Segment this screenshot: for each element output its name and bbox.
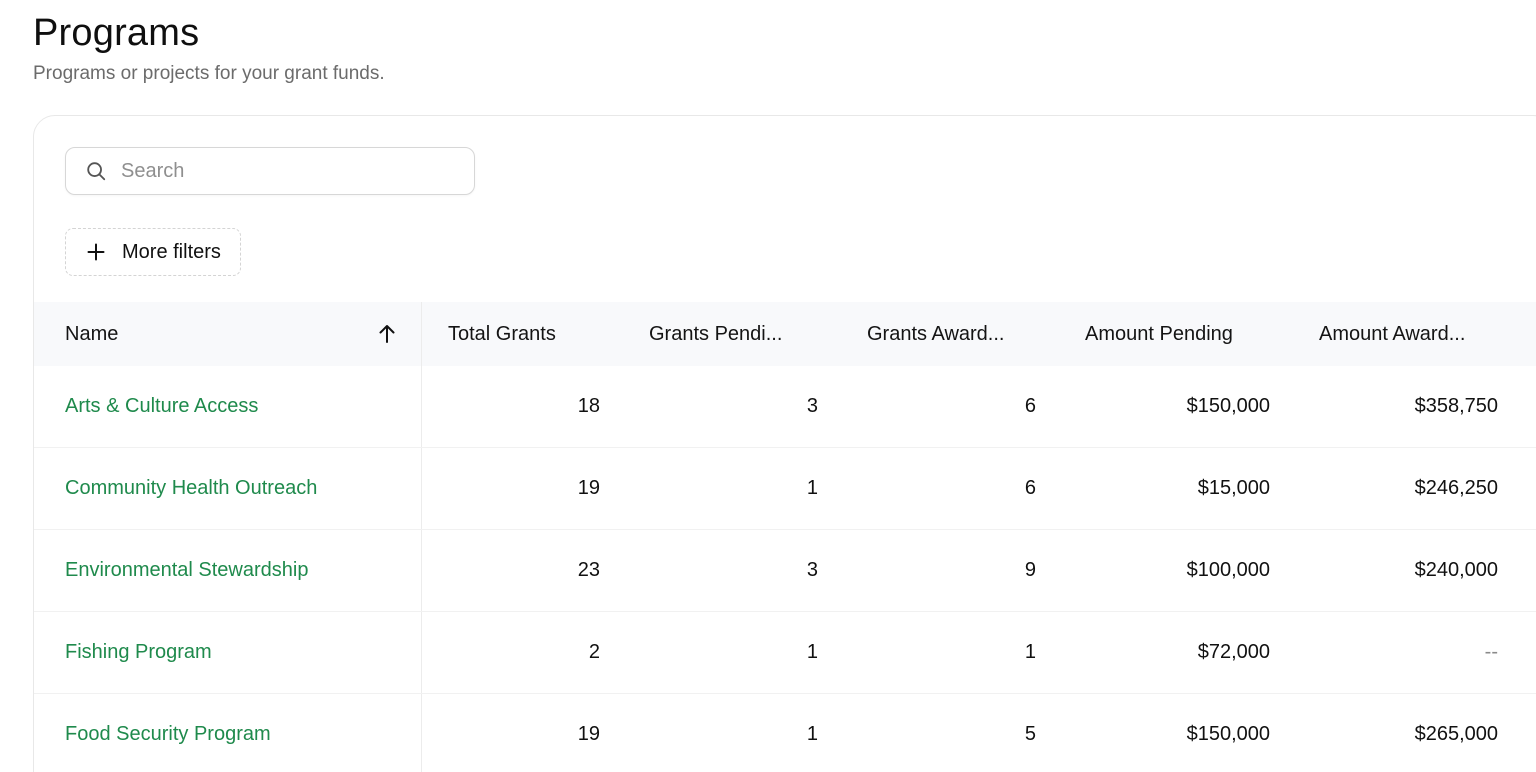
grants-awarded-cell: 6 (1024, 395, 1036, 417)
table-row[interactable]: Community Health Outreach 19 1 6 $15,000… (34, 448, 1536, 530)
amount-awarded-cell: $265,000 (1414, 723, 1498, 745)
programs-table: Name Total Grants Grants Pendi... Grants… (34, 302, 1536, 772)
program-name-link[interactable]: Environmental Stewardship (65, 559, 308, 582)
total-grants-cell: 19 (577, 477, 600, 499)
more-filters-label: More filters (122, 240, 221, 263)
more-filters-button[interactable]: More filters (65, 228, 241, 276)
grants-pending-cell: 3 (806, 559, 818, 581)
grants-pending-cell: 1 (806, 477, 818, 499)
amount-pending-cell: $15,000 (1197, 477, 1270, 499)
amount-awarded-cell: $246,250 (1414, 477, 1498, 499)
table-row[interactable]: Fishing Program 2 1 1 $72,000 -- (34, 612, 1536, 694)
program-name-cell: Arts & Culture Access (34, 366, 422, 447)
amount-pending-cell: $150,000 (1186, 395, 1270, 417)
column-header-grants-awarded[interactable]: Grants Award... (838, 302, 1056, 366)
program-name-link[interactable]: Arts & Culture Access (65, 395, 258, 418)
amount-pending-cell: $100,000 (1186, 559, 1270, 581)
column-header-name-label: Name (65, 322, 119, 345)
page-subtitle: Programs or projects for your grant fund… (33, 63, 385, 84)
amount-pending-cell: $150,000 (1186, 723, 1270, 745)
table-row[interactable]: Environmental Stewardship 23 3 9 $100,00… (34, 530, 1536, 612)
table-row[interactable]: Food Security Program 19 1 5 $150,000 $2… (34, 694, 1536, 772)
grants-awarded-cell: 9 (1024, 559, 1036, 581)
total-grants-cell: 2 (588, 641, 600, 663)
program-name-link[interactable]: Community Health Outreach (65, 477, 317, 500)
programs-page: Programs Programs or projects for your g… (0, 0, 1536, 772)
total-grants-cell: 18 (577, 395, 600, 417)
plus-icon (86, 242, 106, 262)
total-grants-cell: 19 (577, 723, 600, 745)
grants-awarded-cell: 6 (1024, 477, 1036, 499)
search-icon (85, 160, 107, 182)
programs-card: More filters Name Total Grants Grants Pe… (33, 115, 1536, 772)
grants-pending-cell: 1 (806, 723, 818, 745)
amount-awarded-cell: $240,000 (1414, 559, 1498, 581)
program-name-link[interactable]: Food Security Program (65, 723, 271, 746)
page-title: Programs (33, 12, 200, 54)
table-row[interactable]: Arts & Culture Access 18 3 6 $150,000 $3… (34, 366, 1536, 448)
search-input[interactable] (121, 159, 441, 183)
grants-awarded-cell: 5 (1024, 723, 1036, 745)
grants-pending-cell: 3 (806, 395, 818, 417)
column-header-amount-pending[interactable]: Amount Pending (1056, 302, 1290, 366)
program-name-cell: Environmental Stewardship (34, 530, 422, 611)
amount-awarded-cell: $358,750 (1414, 395, 1498, 417)
column-header-grants-pending[interactable]: Grants Pendi... (620, 302, 838, 366)
program-name-cell: Fishing Program (34, 612, 422, 693)
program-name-cell: Food Security Program (34, 694, 422, 772)
program-name-cell: Community Health Outreach (34, 448, 422, 529)
program-name-link[interactable]: Fishing Program (65, 641, 212, 664)
search-box[interactable] (65, 147, 475, 195)
arrow-up-icon[interactable] (377, 324, 397, 344)
grants-awarded-cell: 1 (1024, 641, 1036, 663)
column-header-total-grants[interactable]: Total Grants (422, 302, 620, 366)
table-header-row: Name Total Grants Grants Pendi... Grants… (34, 302, 1536, 366)
grants-pending-cell: 1 (806, 641, 818, 663)
column-header-amount-awarded[interactable]: Amount Award... (1290, 302, 1528, 366)
amount-awarded-cell: -- (1484, 641, 1498, 663)
amount-pending-cell: $72,000 (1197, 641, 1270, 663)
column-header-name[interactable]: Name (34, 302, 422, 366)
total-grants-cell: 23 (577, 559, 600, 581)
